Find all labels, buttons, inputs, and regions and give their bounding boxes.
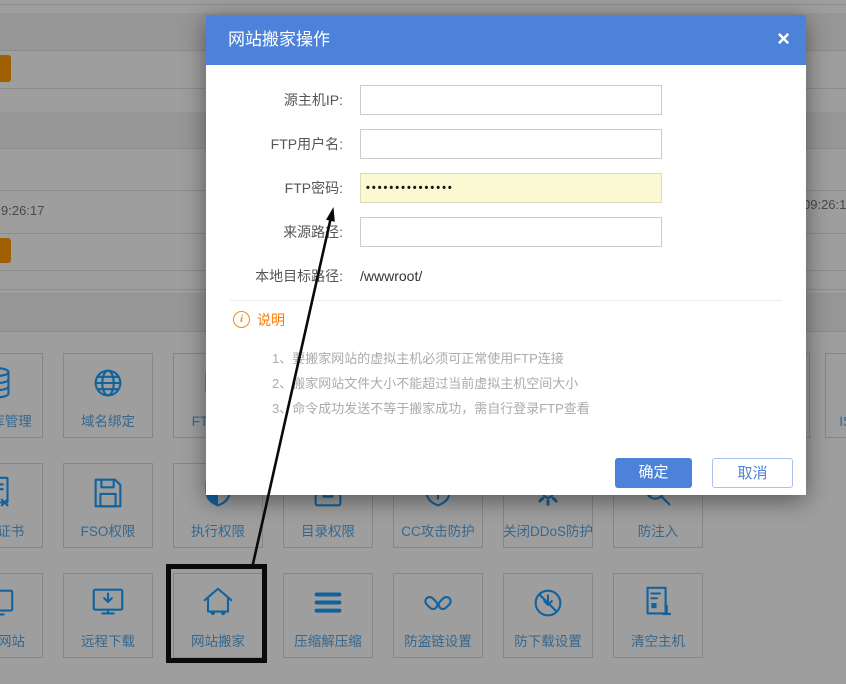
ftp-password-label: FTP密码: (206, 173, 343, 203)
source-ip-label: 源主机IP: (206, 85, 343, 115)
note-item: 2、搬家网站文件大小不能超过当前虚拟主机空间大小 (272, 373, 578, 392)
ftp-password-input[interactable] (360, 173, 662, 203)
target-path-label: 本地目标路径: (206, 261, 343, 291)
source-ip-input[interactable] (360, 85, 662, 115)
note-item: 1、要搬家网站的虚拟主机必须可正常使用FTP连接 (272, 348, 564, 367)
annotation-highlight-box (166, 564, 267, 663)
ftp-user-label: FTP用户名: (206, 129, 343, 159)
note-title: 说明 (257, 310, 285, 330)
info-icon: i (233, 311, 250, 328)
dialog-title: 网站搬家操作 (228, 15, 330, 65)
target-path-value: /wwwroot/ (360, 261, 422, 291)
source-path-label: 来源路径: (206, 217, 343, 247)
screen: 9:26:17 09:26:17 数据库管理 域名绑定 FTP密码 (0, 0, 846, 684)
cancel-button[interactable]: 取消 (712, 458, 793, 488)
ftp-user-input[interactable] (360, 129, 662, 159)
divider (230, 300, 782, 301)
dialog-header: 网站搬家操作 × (206, 15, 806, 65)
note-item: 3、命令成功发送不等于搬家成功，需自行登录FTP查看 (272, 398, 590, 417)
confirm-button[interactable]: 确定 (615, 458, 692, 488)
source-path-input[interactable] (360, 217, 662, 247)
close-icon[interactable]: × (777, 15, 790, 63)
site-mover-dialog: 网站搬家操作 × 源主机IP: FTP用户名: FTP密码: 来源路径: 本地目… (206, 15, 806, 495)
